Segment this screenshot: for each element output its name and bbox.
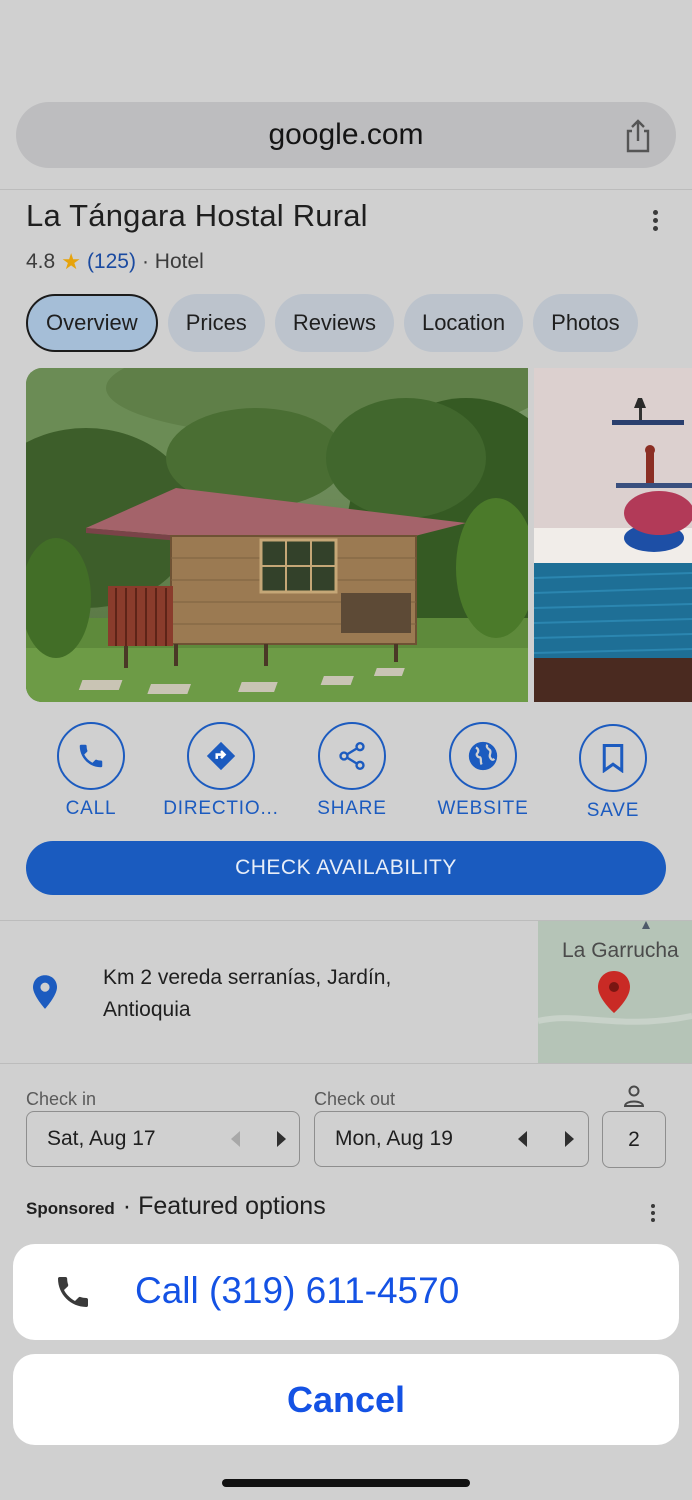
share-label: SHARE (317, 798, 387, 819)
tab-reviews[interactable]: Reviews (274, 294, 394, 352)
check-in-value: Sat, Aug 17 (47, 1127, 156, 1150)
directions-icon (187, 722, 255, 790)
website-action[interactable]: WEBSITE (418, 722, 548, 820)
address-line-2: Antioquia (103, 998, 191, 1021)
location-pin-icon (33, 975, 57, 1009)
star-icon: ★ (61, 249, 81, 274)
place-category: · Hotel (141, 250, 204, 273)
rating-value: 4.8 (26, 250, 56, 273)
share-icon (318, 722, 386, 790)
rating-row: 4.8 ★ (125) · Hotel (26, 249, 204, 275)
call-sheet-button[interactable]: Call (319) 611-4570 (13, 1244, 679, 1340)
sponsored-tag: Sponsored (26, 1199, 115, 1218)
call-label: CALL (65, 798, 117, 819)
save-action[interactable]: SAVE (548, 722, 678, 822)
directions-label: DIRECTIO... (163, 798, 279, 819)
divider (0, 1063, 692, 1064)
hotel-photo-bedroom[interactable] (534, 368, 692, 702)
featured-options-title: · Featured options (122, 1192, 326, 1220)
person-icon (623, 1085, 645, 1107)
more-options-icon[interactable] (644, 210, 666, 236)
guest-count-field[interactable]: 2 (602, 1111, 666, 1168)
sponsored-row: Sponsored · Featured options (26, 1192, 326, 1221)
cancel-button[interactable]: Cancel (13, 1354, 679, 1445)
share-action[interactable]: SHARE (287, 722, 417, 820)
directions-action[interactable]: DIRECTIO... (156, 722, 286, 820)
review-count-link[interactable]: (125) (87, 250, 136, 274)
more-options-icon[interactable] (644, 1204, 662, 1228)
tab-bar: Overview Prices Reviews Location Photos (26, 294, 638, 352)
place-title: La Tángara Hostal Rural (26, 198, 368, 233)
save-label: SAVE (586, 800, 640, 821)
divider (0, 189, 692, 190)
url-text: google.com (268, 118, 424, 151)
hotel-photo-cabin[interactable] (26, 368, 528, 702)
action-buttons: CALL DIRECTIO... SHARE WEBSITE SAVE (0, 722, 692, 832)
map-place-label: La Garrucha (562, 939, 679, 962)
address-text[interactable]: Km 2 vereda serranías, Jardín, Antioquia (103, 962, 523, 1026)
check-out-next-icon[interactable] (565, 1131, 574, 1147)
phone-icon (58, 1277, 88, 1307)
address-line-1: Km 2 vereda serranías, Jardín, (103, 966, 392, 989)
tab-photos[interactable]: Photos (533, 294, 638, 352)
call-action[interactable]: CALL (26, 722, 156, 820)
address-bar[interactable]: google.com (16, 102, 676, 168)
globe-icon (449, 722, 517, 790)
call-number-label: Call (319) 611-4570 (135, 1270, 460, 1311)
home-indicator (222, 1479, 470, 1487)
share-icon[interactable] (622, 119, 654, 153)
phone-icon (57, 722, 125, 790)
check-in-next-icon[interactable] (277, 1131, 286, 1147)
check-out-value: Mon, Aug 19 (335, 1127, 453, 1150)
tab-prices[interactable]: Prices (167, 294, 265, 352)
check-out-prev-icon[interactable] (518, 1131, 527, 1147)
page: google.com La Tángara Hostal Rural 4.8 ★… (0, 0, 692, 1500)
website-label: WEBSITE (437, 798, 529, 819)
check-out-field[interactable]: Mon, Aug 19 (314, 1111, 589, 1167)
tab-overview[interactable]: Overview (26, 294, 158, 352)
check-in-label: Check in (26, 1089, 97, 1109)
check-in-prev-icon[interactable] (231, 1131, 240, 1147)
tab-location[interactable]: Location (403, 294, 524, 352)
check-out-label: Check out (314, 1089, 396, 1109)
map-thumbnail[interactable]: La Garrucha (538, 921, 692, 1063)
check-in-field[interactable]: Sat, Aug 17 (26, 1111, 300, 1167)
check-availability-button[interactable]: CHECK AVAILABILITY (26, 841, 666, 895)
bookmark-icon (579, 724, 647, 792)
